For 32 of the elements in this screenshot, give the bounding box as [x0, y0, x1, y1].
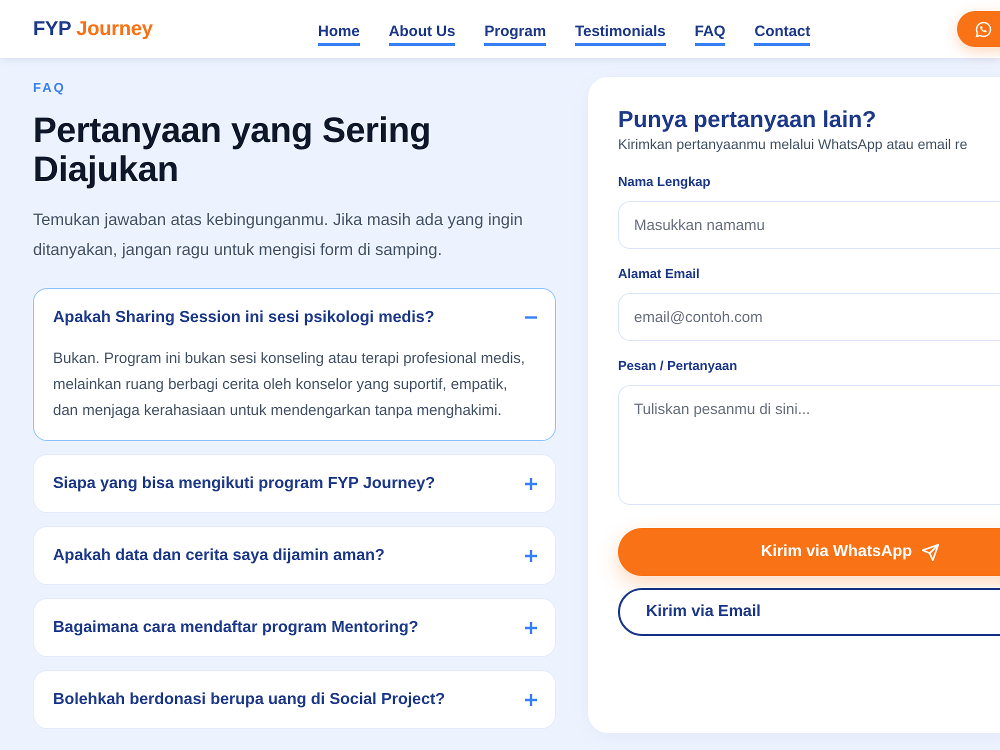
plus-icon: [525, 478, 537, 490]
plus-icon: [525, 622, 537, 634]
field-label: Nama Lengkap: [618, 174, 710, 190]
section-eyebrow: FAQ: [33, 80, 66, 96]
nav-link[interactable]: FAQ: [694, 18, 726, 46]
field-label: Alamat Email: [618, 266, 700, 282]
faq-question[interactable]: Siapa yang bisa mengikuti program FYP Journey?: [34, 455, 555, 512]
faq-question[interactable]: Bagaimana cara mendaftar program Mentoring?: [34, 599, 555, 656]
logo[interactable]: FYP Journey: [33, 18, 153, 40]
faq-question[interactable]: Bolehkah berdonasi berupa uang di Social Project?: [34, 671, 555, 728]
field-label: Pesan / Pertanyaan: [618, 358, 738, 374]
card-subtitle: Kirimkan pertanyaanmu melalui WhatsApp atau email re: [618, 135, 968, 154]
text-input[interactable]: email@contoh.com: [618, 293, 1000, 341]
card-title: Punya pertanyaan lain?: [618, 105, 876, 134]
send-email-button[interactable]: Kirim via Email: [618, 588, 1000, 636]
faq-answer: Bukan. Program ini bukan sesi konseling atau terapi profesional medis, melainkan ruang berbagi cerita oleh konselor yang suportif, empatik, dan menjaga kerahasiaan untuk mendengarkan tanpa menghakimi.: [52, 349, 526, 421]
faq-question[interactable]: Apakah data dan cerita saya dijamin aman?: [34, 527, 555, 584]
nav-link[interactable]: Testimonials: [575, 18, 666, 46]
nav-link[interactable]: About Us: [388, 18, 456, 46]
nav-link[interactable]: Contact: [754, 18, 810, 46]
faq-question[interactable]: Apakah Sharing Session ini sesi psikologi medis?: [34, 289, 555, 346]
phone-bubble-icon: [975, 20, 992, 38]
section-heading: Pertanyaan yang Sering Diajukan: [33, 111, 432, 189]
nav-link[interactable]: Home: [318, 18, 360, 46]
send-icon: [922, 544, 940, 560]
text-input[interactable]: Masukkan namamu: [618, 201, 1000, 249]
plus-icon: [525, 694, 537, 706]
nav-link[interactable]: Program: [484, 18, 546, 46]
section-intro: Temukan jawaban atas kebingunganmu. Jika masih ada yang ingin ditanyakan, jangan ragu untuk mengisi form di samping.: [33, 210, 524, 261]
message-textarea[interactable]: Tuliskan pesanmu di sini...: [618, 385, 1000, 505]
minus-icon: [525, 316, 537, 319]
plus-icon: [525, 550, 537, 562]
